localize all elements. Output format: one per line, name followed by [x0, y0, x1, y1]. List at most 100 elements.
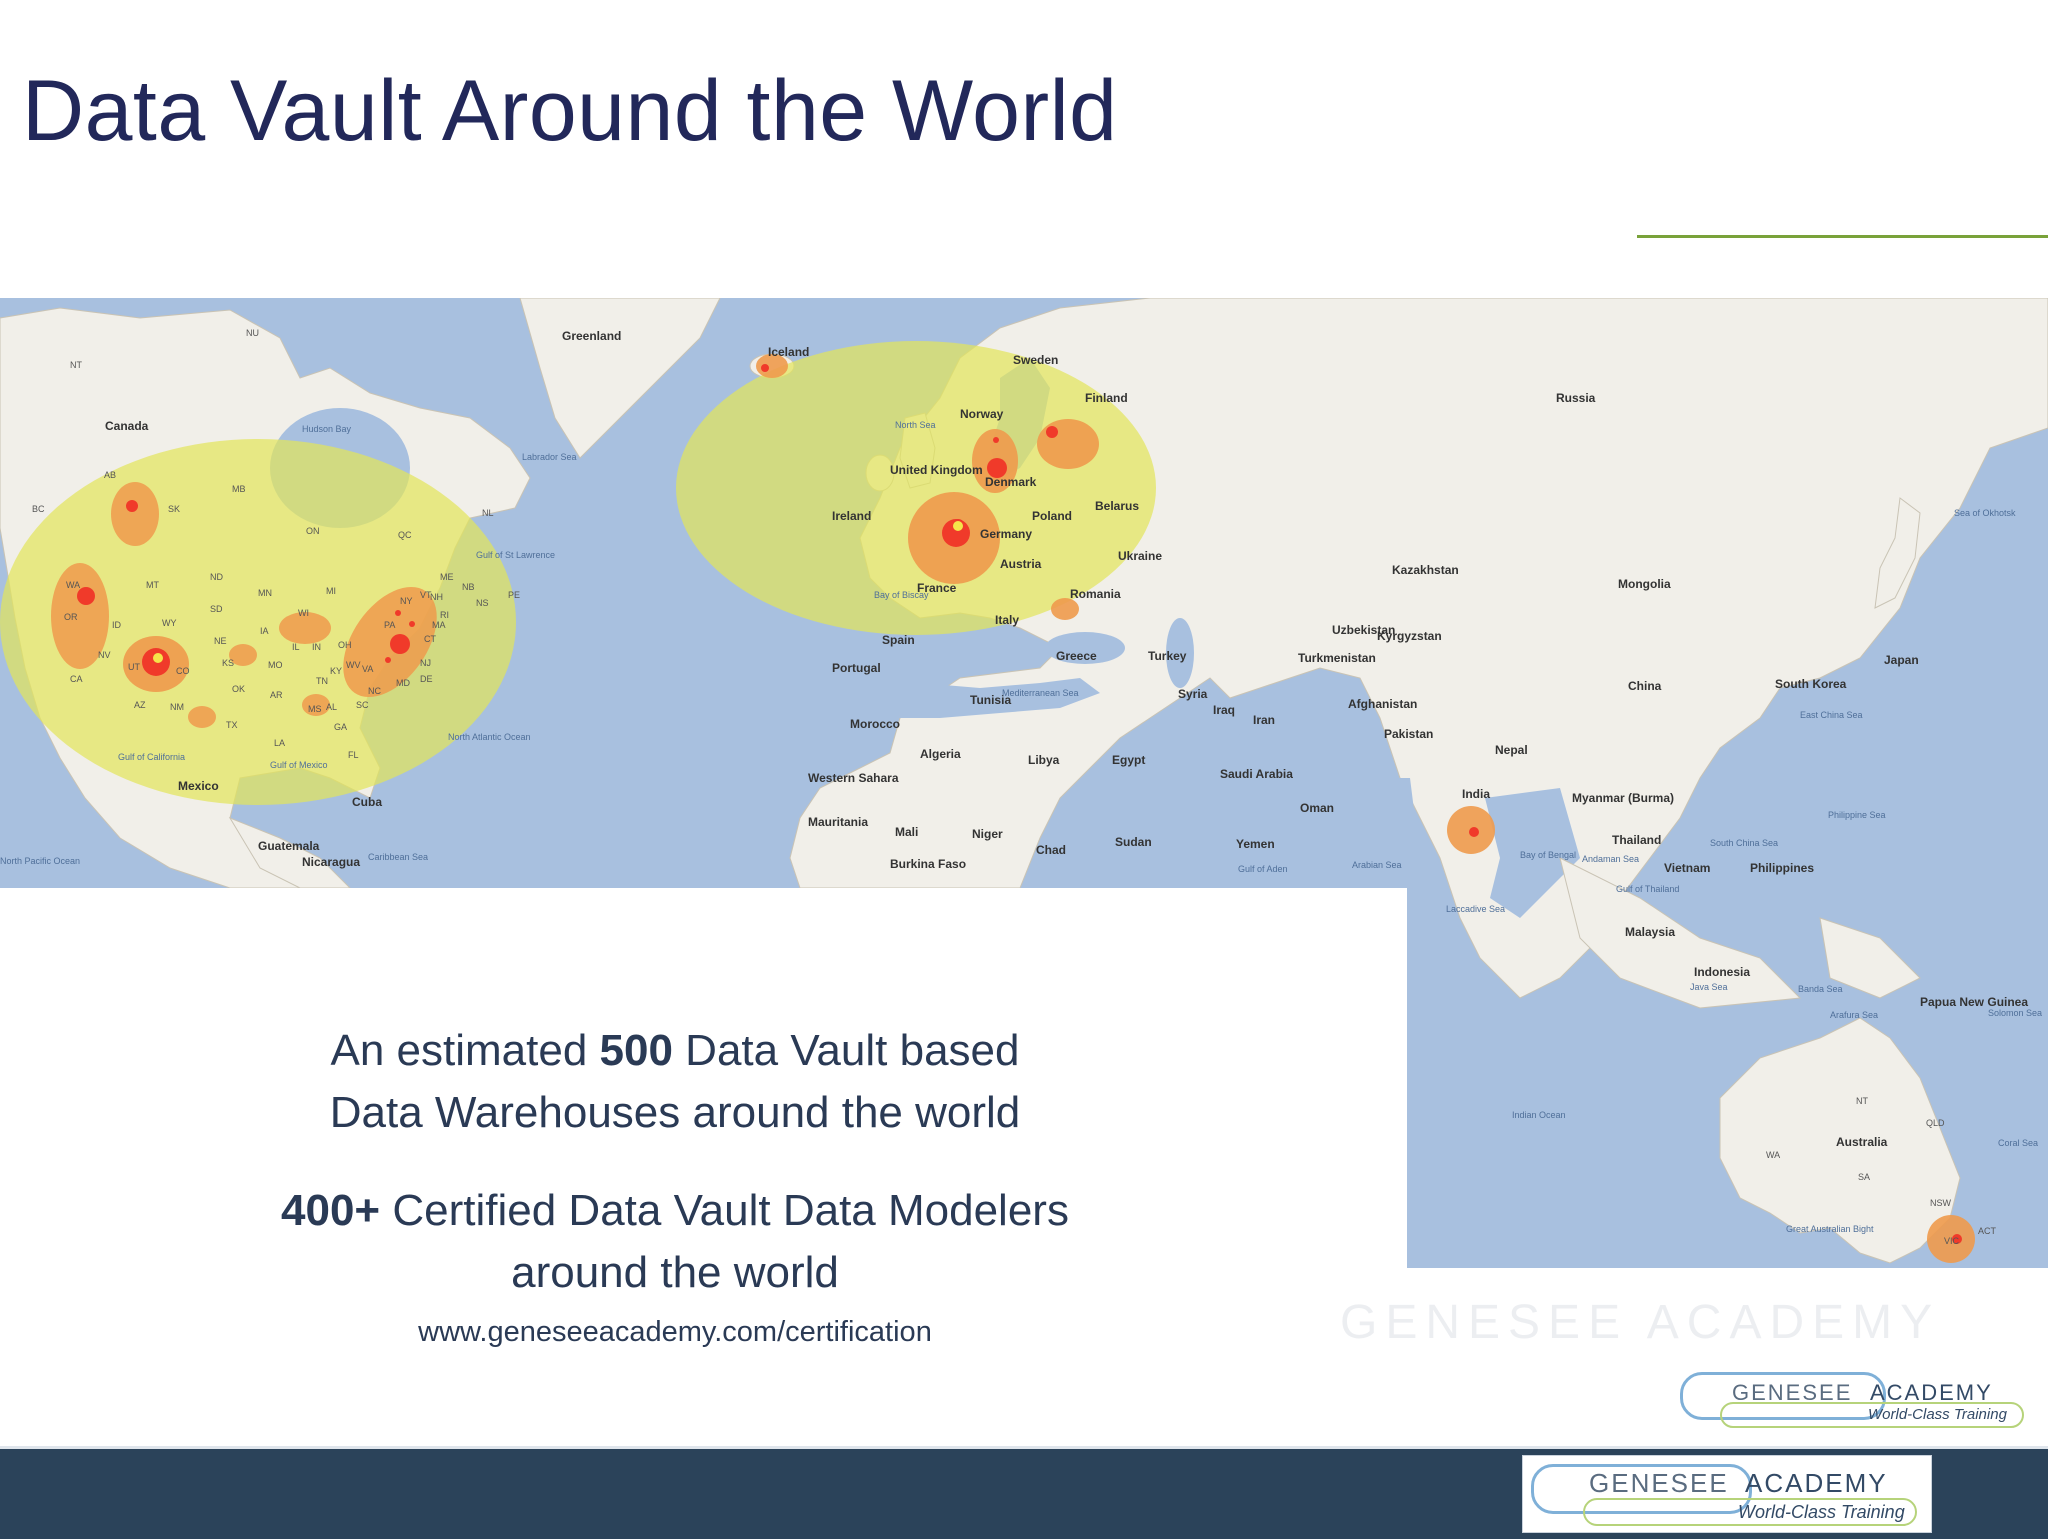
- dot-northeast-1: [395, 610, 401, 616]
- country-label-uk: United Kingdom: [890, 463, 983, 477]
- country-label-spain: Spain: [882, 633, 915, 647]
- region-label-ga-40: GA: [334, 722, 347, 732]
- dot-sweden: [1046, 426, 1058, 438]
- estimate-text-pre: An estimated: [330, 1026, 600, 1075]
- sea-label-laccadive: Laccadive Sea: [1446, 904, 1505, 914]
- region-label-ma-51: MA: [432, 620, 446, 630]
- region-label-tn-37: TN: [316, 676, 328, 686]
- region-label-mi-33: MI: [326, 586, 336, 596]
- country-label-guatemala: Guatemala: [258, 839, 320, 853]
- estimate-line-2: Data Warehouses around the world: [329, 1088, 1021, 1137]
- sea-label-sea_okhotsk: Sea of Okhotsk: [1954, 508, 2016, 518]
- dot-alberta: [126, 500, 138, 512]
- country-label-finland: Finland: [1085, 391, 1128, 405]
- region-label-ky-36: KY: [330, 666, 342, 676]
- region-label-az-18: AZ: [134, 700, 146, 710]
- logo-footer-word-genesee: GENESEE: [1589, 1468, 1729, 1498]
- region-label-nv-12: NV: [98, 650, 111, 660]
- certified-count: 400+: [281, 1186, 381, 1235]
- sea-label-coral: Coral Sea: [1998, 1138, 2038, 1148]
- logo-word-genesee: GENESEE: [1732, 1380, 1853, 1405]
- country-label-sweden: Sweden: [1013, 353, 1058, 367]
- country-label-romania: Romania: [1070, 587, 1121, 601]
- region-label-nm-19: NM: [170, 702, 184, 712]
- sea-label-banda: Banda Sea: [1798, 984, 1843, 994]
- region-label-vic-62: VIC: [1944, 1236, 1960, 1246]
- country-label-iceland: Iceland: [768, 345, 809, 359]
- sea-label-indian_ocean: Indian Ocean: [1512, 1110, 1566, 1120]
- country-label-nepal: Nepal: [1495, 743, 1528, 757]
- country-label-belarus: Belarus: [1095, 499, 1139, 513]
- country-label-italy: Italy: [995, 613, 1019, 627]
- sea-label-gulf_st_lawrence: Gulf of St Lawrence: [476, 550, 555, 560]
- region-label-qld-60: QLD: [1926, 1118, 1945, 1128]
- region-label-sd-21: SD: [210, 604, 223, 614]
- country-label-kazakhstan: Kazakhstan: [1392, 563, 1459, 577]
- sea-label-gulf_mexico: Gulf of Mexico: [270, 760, 328, 770]
- region-label-in-34: IN: [312, 642, 321, 652]
- country-label-china: China: [1628, 679, 1662, 693]
- region-label-wy-15: WY: [162, 618, 177, 628]
- country-label-chad: Chad: [1036, 843, 1066, 857]
- sea-label-gulf_aden: Gulf of Aden: [1238, 864, 1288, 874]
- region-label-pe-59: PE: [508, 590, 520, 600]
- country-label-algeria: Algeria: [920, 747, 961, 761]
- country-label-egypt: Egypt: [1112, 753, 1145, 767]
- sea-label-caribbean: Caribbean Sea: [368, 852, 428, 862]
- estimate-line-1: An estimated 500 Data Vault based: [200, 1020, 1150, 1082]
- country-label-greece: Greece: [1056, 649, 1097, 663]
- country-label-mali: Mali: [895, 825, 918, 839]
- logo-footer-word-academy: ACADEMY: [1745, 1468, 1888, 1498]
- region-label-nl-8: NL: [482, 508, 494, 518]
- certification-link[interactable]: www.geneseeacademy.com/certification: [200, 1312, 1150, 1352]
- country-label-ireland: Ireland: [832, 509, 871, 523]
- country-label-vietnam: Vietnam: [1664, 861, 1710, 875]
- country-label-yemen: Yemen: [1236, 837, 1275, 851]
- country-label-nicaragua: Nicaragua: [302, 855, 360, 869]
- page-title: Data Vault Around the World: [22, 63, 1118, 159]
- region-label-wa-9: WA: [66, 580, 80, 590]
- region-label-ks-23: KS: [222, 658, 234, 668]
- cluster-alberta: [111, 482, 159, 546]
- logo-watermark: GENESEE ACADEMY: [1340, 1296, 1941, 1349]
- sea-label-north_atlantic: North Atlantic Ocean: [448, 732, 531, 742]
- region-label-mo-28: MO: [268, 660, 283, 670]
- sea-label-great_australian_bight: Great Australian Bight: [1786, 1224, 1874, 1234]
- region-label-sa-64: SA: [1858, 1172, 1870, 1182]
- country-label-philippines: Philippines: [1750, 861, 1814, 875]
- sea-label-arabian: Arabian Sea: [1352, 860, 1402, 870]
- region-label-tx-25: TX: [226, 720, 238, 730]
- region-label-qc-7: QC: [398, 530, 412, 540]
- dot-india: [1469, 827, 1479, 837]
- region-label-nsw-61: NSW: [1930, 1198, 1952, 1208]
- hotspot-germany: [951, 519, 965, 533]
- sea-label-east_china: East China Sea: [1800, 710, 1863, 720]
- country-label-oman: Oman: [1300, 801, 1334, 815]
- country-label-south_korea: South Korea: [1775, 677, 1847, 691]
- country-label-turkey: Turkey: [1148, 649, 1187, 663]
- country-label-norway: Norway: [960, 407, 1004, 421]
- country-label-iraq: Iraq: [1213, 703, 1235, 717]
- region-label-ne-22: NE: [214, 636, 227, 646]
- country-label-burkina: Burkina Faso: [890, 857, 966, 871]
- region-label-mn-26: MN: [258, 588, 272, 598]
- country-label-pakistan: Pakistan: [1384, 727, 1433, 741]
- country-label-russia: Russia: [1556, 391, 1596, 405]
- country-label-cuba: Cuba: [352, 795, 382, 809]
- country-label-myanmar: Myanmar (Burma): [1572, 791, 1674, 805]
- region-label-de-55: DE: [420, 674, 433, 684]
- region-label-me-50: ME: [440, 572, 454, 582]
- sea-label-gulf_california: Gulf of California: [118, 752, 185, 762]
- region-label-nd-20: ND: [210, 572, 223, 582]
- region-label-sc-42: SC: [356, 700, 369, 710]
- region-label-mb-4: MB: [232, 484, 246, 494]
- region-label-nt-1: NT: [70, 360, 82, 370]
- region-label-id-13: ID: [112, 620, 122, 630]
- country-label-saudi: Saudi Arabia: [1220, 767, 1293, 781]
- region-label-pa-46: PA: [384, 620, 395, 630]
- summary-text: An estimated 500 Data Vault based Data W…: [200, 1020, 1150, 1352]
- sea-label-south_china: South China Sea: [1710, 838, 1778, 848]
- region-label-nj-53: NJ: [420, 658, 431, 668]
- region-label-al-39: AL: [326, 702, 337, 712]
- sea-label-philippine: Philippine Sea: [1828, 810, 1886, 820]
